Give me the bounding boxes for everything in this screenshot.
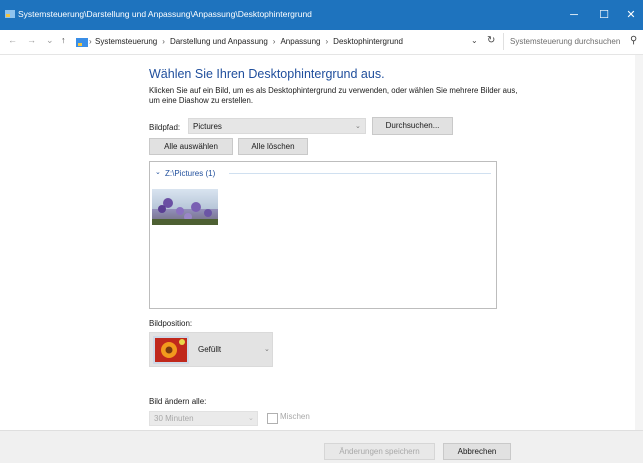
search-box[interactable]: Systemsteuerung durchsuchen ⚲ [503,33,642,50]
position-label: Bildposition: [149,319,193,328]
footer-bar: Änderungen speichern Abbrechen [0,430,643,463]
refresh-icon[interactable]: ↻ [487,35,495,46]
browse-button[interactable]: Durchsuchen... [372,117,453,135]
interval-select[interactable]: 30 Minuten ⌄ [149,411,258,426]
back-icon[interactable]: ← [8,35,17,45]
interval-label: Bild ändern alle: [149,397,207,406]
select-all-button[interactable]: Alle auswählen [149,138,233,155]
page-description: Klicken Sie auf ein Bild, um es als Desk… [149,86,518,105]
picture-position-value: Gefüllt [198,345,222,354]
recent-locations-icon[interactable]: ⌄ [46,35,54,46]
shuffle-label: Mischen [280,412,310,421]
path-label: Bildpfad: [149,123,181,132]
breadcrumb-separator: › [325,37,329,46]
page-title: Wählen Sie Ihren Desktophintergrund aus. [149,67,385,81]
breadcrumb: Systemsteuerung › Darstellung und Anpassun… [95,37,403,46]
forward-icon[interactable]: → [27,35,36,45]
chevron-down-icon: ⌄ [248,415,254,422]
shuffle-checkbox[interactable] [267,413,278,424]
picture-location-value: Pictures [193,122,222,131]
breadcrumb-item[interactable]: Anpassung [280,37,320,46]
control-panel-location-icon [76,38,88,47]
address-dropdown-icon[interactable]: ⌄ [471,36,478,45]
chevron-down-icon: ⌄ [264,346,270,353]
breadcrumb-separator: › [272,37,276,46]
position-preview-icon [153,336,189,364]
wallpaper-thumbnail[interactable] [152,189,218,225]
clear-all-button[interactable]: Alle löschen [238,138,308,155]
title-bar: Systemsteuerung\Darstellung und Anpassun… [0,0,643,30]
group-collapse-icon[interactable]: ⌄ [155,168,161,176]
group-divider [229,173,491,174]
search-icon[interactable]: ⚲ [630,35,637,46]
close-button[interactable]: ✕ [614,0,643,30]
picture-list[interactable]: ⌄ Z:\Pictures (1) [149,161,497,309]
interval-value: 30 Minuten [154,414,194,423]
minimize-button[interactable]: ─ [557,0,591,30]
address-bar: ← → ⌄ ↑ › Systemsteuerung › Darstellung un… [0,30,643,55]
save-changes-button[interactable]: Änderungen speichern [324,443,435,460]
picture-location-select[interactable]: Pictures ⌄ [188,118,366,134]
up-icon[interactable]: ↑ [61,35,66,45]
search-input[interactable]: Systemsteuerung durchsuchen [510,37,620,46]
breadcrumb-item[interactable]: Darstellung und Anpassung [170,37,268,46]
window-title: Systemsteuerung\Darstellung und Anpassun… [18,9,312,19]
breadcrumb-separator: › [162,37,165,46]
picture-position-select[interactable]: Gefüllt ⌄ [149,332,273,367]
chevron-down-icon: ⌄ [355,123,361,130]
breadcrumb-item[interactable]: Desktophintergrund [333,37,403,46]
breadcrumb-item[interactable]: Systemsteuerung [95,37,157,46]
cancel-button[interactable]: Abbrechen [443,443,511,460]
breadcrumb-separator: › [89,37,92,46]
vertical-scrollbar[interactable] [635,55,643,430]
group-header[interactable]: Z:\Pictures (1) [165,169,215,178]
control-panel-icon [5,10,15,18]
